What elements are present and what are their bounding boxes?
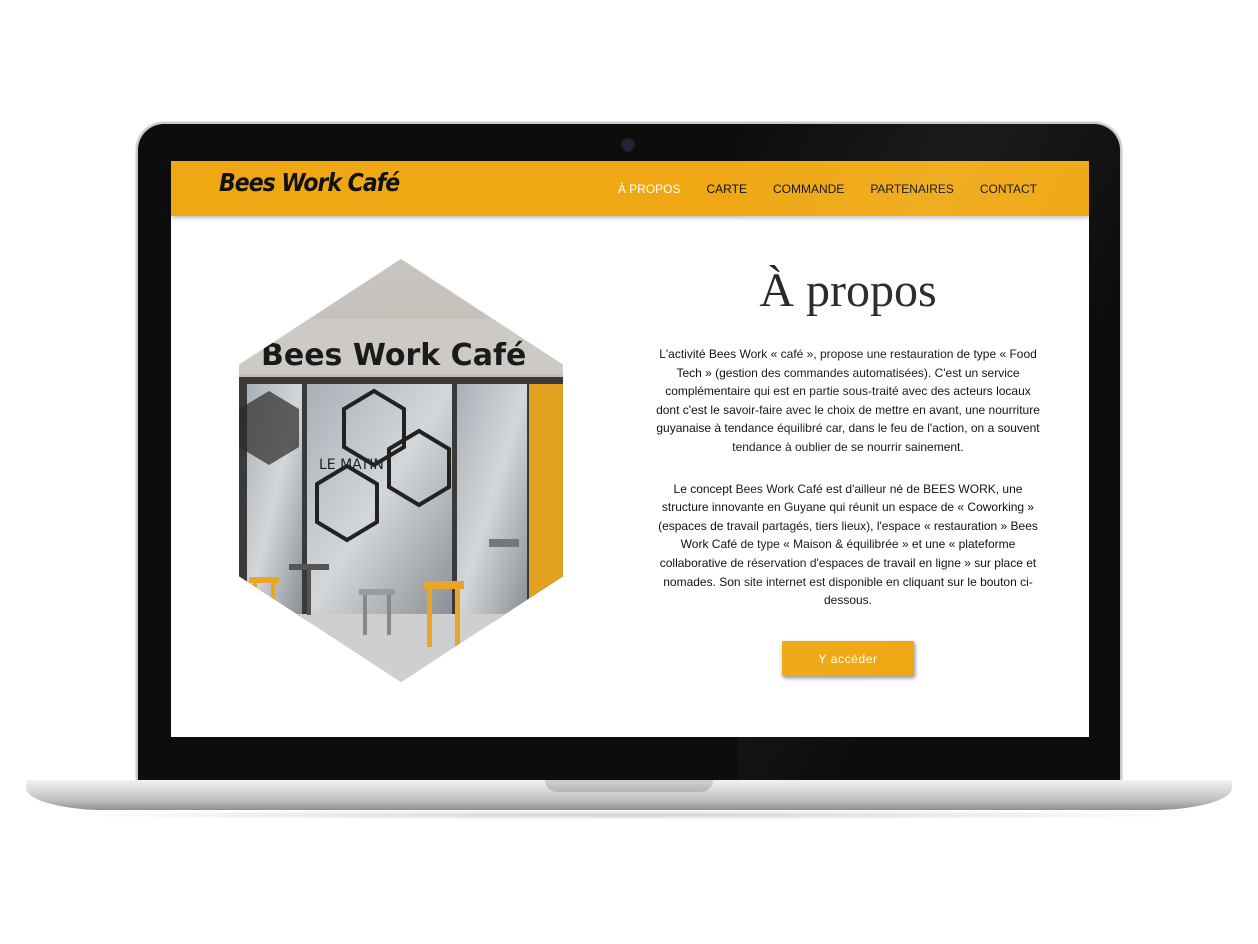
site-logo[interactable]: Bees Work Café <box>219 169 400 198</box>
laptop-lid: Bees Work Café À PROPOS CARTE COMMANDE P… <box>138 124 1120 784</box>
laptop-shadow <box>40 810 1218 820</box>
camera-icon <box>623 140 633 150</box>
storefront-illustration: Bees Work Café LE MATIN <box>239 259 563 682</box>
laptop-screen: Bees Work Café À PROPOS CARTE COMMANDE P… <box>171 161 1089 737</box>
navbar: Bees Work Café À PROPOS CARTE COMMANDE P… <box>171 161 1089 216</box>
nav-item-commande[interactable]: COMMANDE <box>773 182 844 196</box>
nav-item-partenaires[interactable]: PARTENAIRES <box>870 182 954 196</box>
main-nav: À PROPOS CARTE COMMANDE PARTENAIRES CONT… <box>618 161 1037 216</box>
cafe-storefront-photo: Bees Work Café LE MATIN <box>239 259 563 682</box>
laptop-notch <box>545 780 713 792</box>
nav-item-carte[interactable]: CARTE <box>707 182 747 196</box>
nav-item-contact[interactable]: CONTACT <box>980 182 1037 196</box>
sign-text: Bees Work Café <box>261 338 526 373</box>
about-paragraph-1: L'activité Bees Work « café », propose u… <box>656 347 1040 454</box>
about-paragraph-2: Le concept Bees Work Café est d'ailleur … <box>658 481 1038 608</box>
access-button[interactable]: Y accéder <box>782 640 914 676</box>
nav-item-a-propos[interactable]: À PROPOS <box>618 182 681 196</box>
about-section: À propos L'activité Bees Work « café », … <box>655 257 1041 676</box>
page-title: À propos <box>759 264 937 317</box>
window-text: LE MATIN <box>319 457 384 473</box>
laptop-base <box>26 780 1232 810</box>
